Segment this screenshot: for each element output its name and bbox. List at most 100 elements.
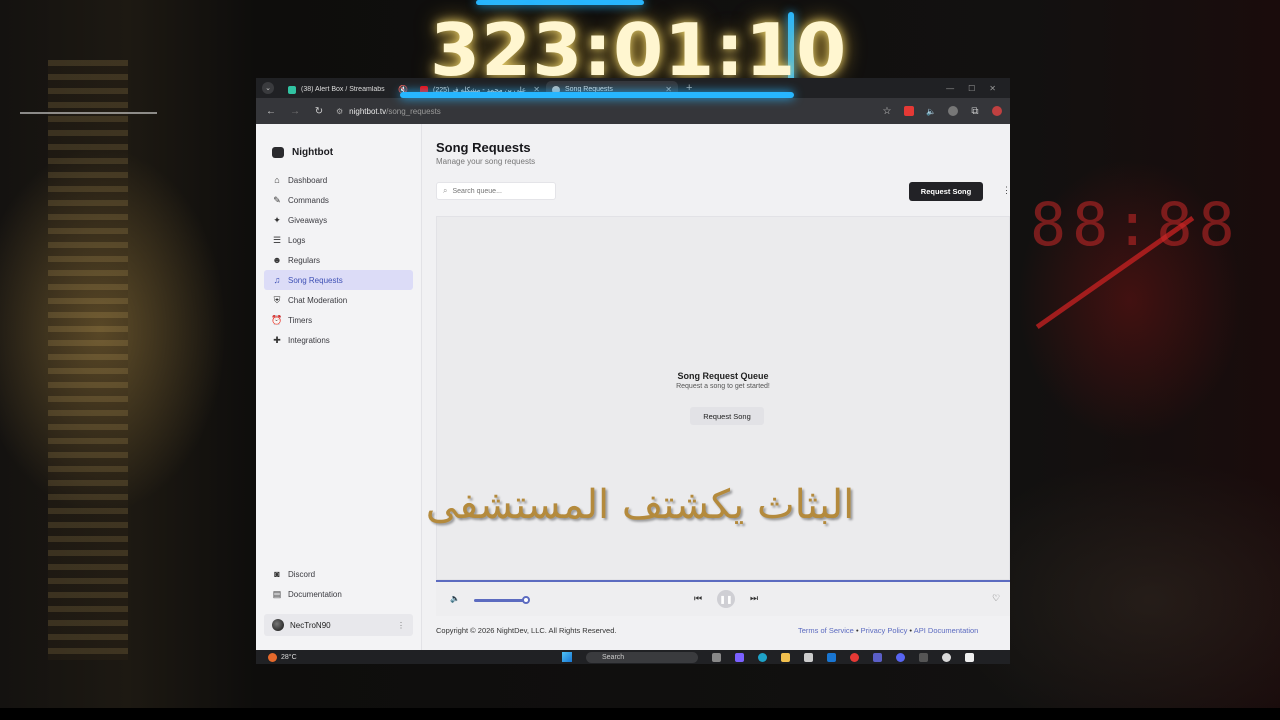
neon-frame-bottom [400,92,794,98]
reload-icon[interactable]: ↻ [312,106,326,117]
adblock-extension-icon[interactable] [904,106,914,116]
sidebar-item-timers[interactable]: ⏰ Timers [264,310,413,330]
sidebar-item-label: Documentation [288,589,342,599]
sidebar-item-song-requests[interactable]: ♫ Song Requests [264,270,413,290]
extension-icon[interactable] [948,106,958,116]
url-host: nightbot.tv [349,106,387,116]
sidebar-item-label: Dashboard [288,175,328,185]
weather-widget[interactable]: 28°C [256,652,297,662]
heart-icon[interactable]: ♡ [992,593,1000,604]
back-icon[interactable]: ← [264,106,278,117]
minimize-icon[interactable]: — [946,84,954,93]
queue-empty-subtitle: Request a song to get started! [676,383,770,390]
app-icon[interactable] [919,653,928,662]
sidebar-item-regulars[interactable]: ☻ Regulars [264,250,413,270]
teams-icon[interactable] [873,653,882,662]
sidebar-item-label: Commands [288,195,329,205]
address-bar[interactable]: ⚙ nightbot.tv/song_requests [336,102,870,120]
forward-icon[interactable]: → [288,106,302,117]
previous-track-icon[interactable]: ⏮ [694,593,702,604]
app-icon[interactable] [850,653,859,662]
pause-button[interactable]: ❚❚ [717,590,735,608]
tab-audio-icon[interactable]: 🔈 [924,107,938,116]
app-icon[interactable] [735,653,744,662]
temperature: 28°C [281,653,297,661]
app-icon[interactable] [965,653,974,662]
user-menu[interactable]: NecTroN90 ⋮ [264,614,413,636]
sidebar-item-commands[interactable]: ✎ Commands [264,190,413,210]
gift-icon: ✦ [273,214,281,225]
terms-link[interactable]: Terms of Service [798,626,854,635]
url-path: /song_requests [386,106,441,116]
streamlabs-favicon-icon [288,85,296,94]
queue-request-song-button[interactable]: Request Song [690,407,764,425]
os-taskbar: 28°C Search [256,650,1010,664]
maximize-icon[interactable]: ☐ [968,84,975,93]
pause-icon: ❚❚ [719,594,733,604]
page-title: Song Requests [436,140,531,155]
puzzle-icon: ✚ [273,334,281,345]
sidebar-item-discord[interactable]: ◙ Discord [264,564,413,584]
more-vertical-icon[interactable]: ⋮ [397,621,405,630]
edge-icon[interactable] [758,653,767,662]
sidebar-item-label: Logs [288,235,306,245]
discord-icon[interactable] [896,653,905,662]
sidebar-item-logs[interactable]: ☰ Logs [264,230,413,250]
sidebar-menu: ⌂ Dashboard ✎ Commands ✦ Giveaways ☰ Logs ☻ R… [264,170,413,350]
background-digital-display: 88:88 [1030,190,1241,260]
brand[interactable]: Nightbot [256,124,421,164]
volume-slider-track[interactable] [474,599,526,602]
sidebar-item-giveaways[interactable]: ✦ Giveaways [264,210,413,230]
nightbot-page: Nightbot ⌂ Dashboard ✎ Commands ✦ Giveaways… [256,124,1010,650]
sidebar-item-label: Timers [288,315,313,325]
search-icon: ⌕ [443,186,448,195]
neon-frame-top [476,0,644,5]
volume-slider-handle[interactable] [522,596,530,604]
main-content: Song Requests Manage your song requests … [422,124,1010,650]
folder-icon[interactable] [781,653,790,662]
sidebar-item-documentation[interactable]: ▤ Documentation [264,584,413,604]
list-icon: ☰ [272,234,282,245]
taskbar-search[interactable]: Search [586,652,698,663]
users-icon: ☻ [272,255,282,265]
home-icon: ⌂ [274,175,280,185]
start-windows-icon[interactable] [562,652,572,662]
page-subtitle: Manage your song requests [436,157,536,166]
app-icon[interactable] [804,653,813,662]
avatar [272,619,284,631]
privacy-link[interactable]: Privacy Policy [861,626,908,635]
video-frame: 88:88 323:01:10 ⌄ (38) Alert Box / Strea… [0,0,1280,720]
tab-search-icon[interactable]: ⌄ [262,82,274,94]
volume-icon[interactable]: 🔈 [450,594,460,603]
tab-streamlabs[interactable]: (38) Alert Box / Streamlabs 🔇 [282,81,414,98]
navigation-bar: ← → ↻ ⚙ nightbot.tv/song_requests ☆ 🔈 ⧉ [256,98,1010,124]
sidebar: Nightbot ⌂ Dashboard ✎ Commands ✦ Giveaways… [256,124,422,650]
next-track-icon[interactable]: ⏭ [750,593,758,604]
search-queue-field[interactable]: ⌕ [436,182,556,200]
more-vertical-icon[interactable]: ⋮ [1002,185,1010,196]
close-window-icon[interactable]: ✕ [989,84,996,93]
request-song-button[interactable]: Request Song [909,182,983,201]
sidebar-item-dashboard[interactable]: ⌂ Dashboard [264,170,413,190]
api-docs-link[interactable]: API Documentation [914,626,979,635]
chrome-icon[interactable] [942,653,951,662]
outlook-icon[interactable] [827,653,836,662]
book-icon: ▤ [272,588,282,599]
background-film-strip [48,60,128,660]
site-info-icon[interactable]: ⚙ [336,107,343,116]
sidebar-item-label: Discord [288,569,316,579]
sidebar-item-chat-moderation[interactable]: ⛨ Chat Moderation [264,290,413,310]
taskbar-apps [712,653,974,662]
sidebar-bottom-links: ◙ Discord ▤ Documentation [264,564,413,604]
search-input[interactable] [452,187,548,195]
username: NecTroN90 [290,620,331,630]
bookmark-star-icon[interactable]: ☆ [880,106,894,117]
sidebar-item-label: Regulars [288,255,321,265]
app-icon[interactable] [712,653,721,662]
profile-avatar-icon[interactable] [992,106,1002,116]
extensions-puzzle-icon[interactable]: ⧉ [968,106,982,117]
footer-links: Terms of Service • Privacy Policy • API … [798,626,979,635]
sidebar-item-integrations[interactable]: ✚ Integrations [264,330,413,350]
stream-caption: البثاث يكشتف المستشفى [425,482,855,528]
letterbox-bar [0,708,1280,720]
